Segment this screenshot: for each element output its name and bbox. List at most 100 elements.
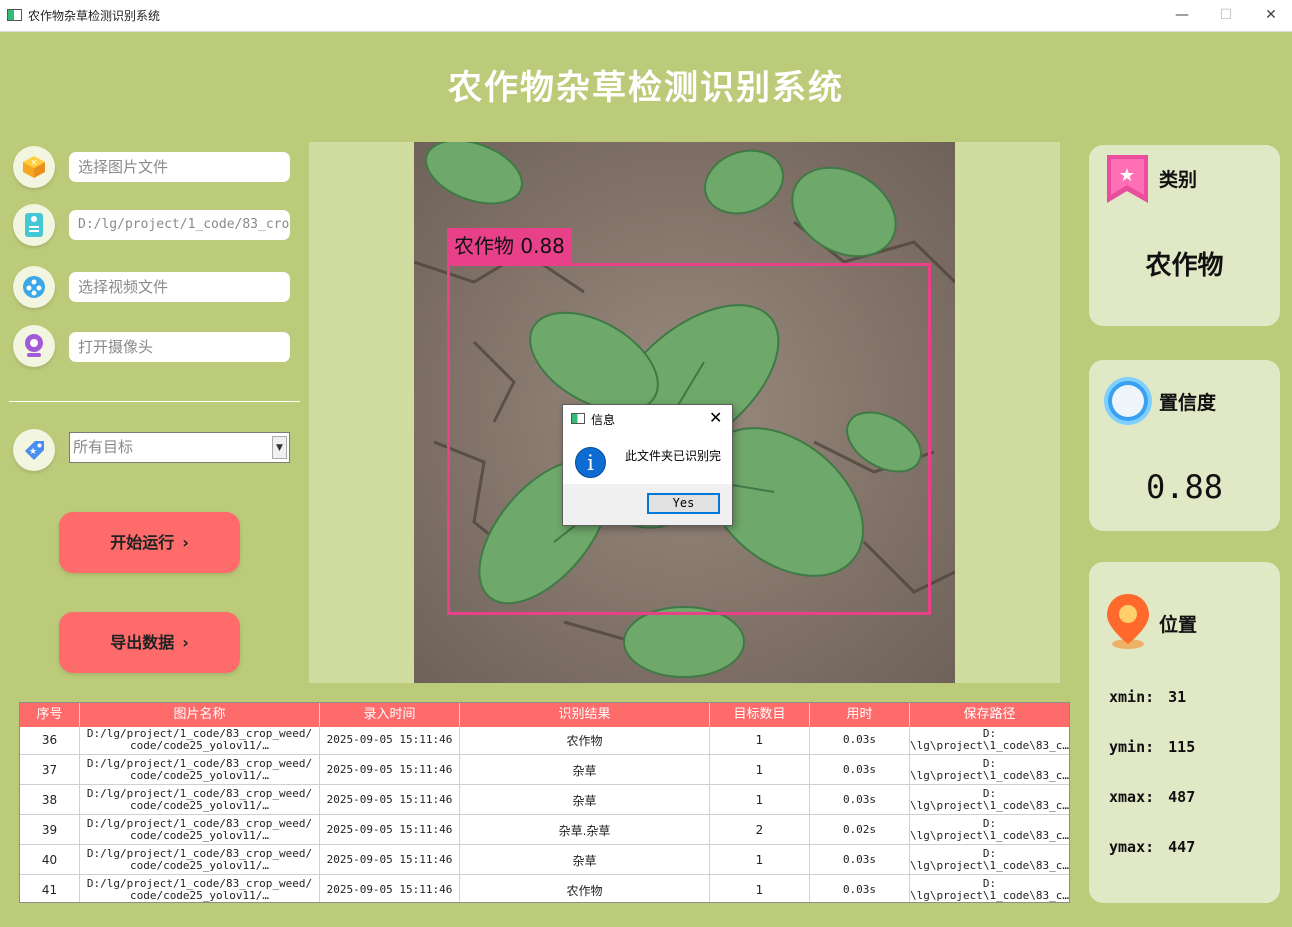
header-result[interactable]: 识别结果 [460,703,710,727]
image-file-input[interactable]: 选择图片文件 [69,152,290,182]
table-cell-cost: 0.02s [810,815,910,845]
start-run-label: 开始运行 [110,533,175,552]
svg-text:×: × [30,158,38,168]
camera-input[interactable]: 打开摄像头 [69,332,290,362]
app-window-icon [7,9,22,21]
svg-text:★: ★ [1119,165,1135,186]
cell-text: D: \lg\project\1_code\83_c… [910,847,1069,872]
table-cell-cost: 0.03s [810,875,910,902]
table-cell-time: 2025-09-05 15:11:46 [320,785,460,815]
header-entry-time[interactable]: 录入时间 [320,703,460,727]
target-select[interactable]: 所有目标 ▼ [69,432,290,463]
results-table[interactable]: 序号 图片名称 录入时间 识别结果 目标数目 用时 保存路径 36 D:/lg/p… [19,702,1070,903]
table-cell-name: D:/lg/project/1_code/83_crop_weed/ code/… [80,875,320,902]
cell-text: D: \lg\project\1_code\83_c… [910,727,1069,752]
cell-text: D:/lg/project/1_code/83_crop_weed/ code/… [86,727,313,752]
category-card: ★ 类别 农作物 [1089,145,1280,326]
svg-text:★: ★ [29,447,37,457]
table-cell-name: D:/lg/project/1_code/83_crop_weed/ code/… [80,815,320,845]
table-cell-count: 1 [710,785,810,815]
table-cell-time: 2025-09-05 15:11:46 [320,755,460,785]
video-file-icon[interactable] [13,266,55,308]
cell-text: 36 [41,733,58,747]
folder-file-icon[interactable] [13,204,55,246]
target-select-value: 所有目标 [73,438,134,456]
dialog-title: 信息 [591,413,616,427]
cell-text: 1 [755,763,764,777]
table-cell-path: D: \lg\project\1_code\83_c… [910,845,1069,875]
header-index[interactable]: 序号 [20,703,80,727]
minimize-button[interactable]: — [1170,4,1194,26]
category-value: 农作物 [1145,251,1224,281]
table-cell-path: D: \lg\project\1_code\83_c… [910,725,1069,755]
cell-text: 41 [41,883,58,897]
table-row[interactable]: 40 D:/lg/project/1_code/83_crop_weed/ cod… [20,845,1069,875]
table-row[interactable]: 38 D:/lg/project/1_code/83_crop_weed/ cod… [20,785,1069,815]
cell-text: 2025-09-05 15:11:46 [326,883,453,896]
cell-text: 2025-09-05 15:11:46 [326,793,453,806]
table-row[interactable]: 36 D:/lg/project/1_code/83_crop_weed/ cod… [20,725,1069,755]
table-row[interactable]: 41 D:/lg/project/1_code/83_crop_weed/ cod… [20,875,1069,902]
xmax-row: xmax: 487 [1109,788,1195,806]
maximize-button[interactable]: ☐ [1214,4,1238,26]
cell-text: 1 [755,853,764,867]
confidence-value: 0.88 [1145,468,1224,506]
table-cell-result: 农作物 [460,875,710,902]
header-target-count[interactable]: 目标数目 [710,703,810,727]
target-tag-icon: ★ [13,429,55,471]
cell-text: 2025-09-05 15:11:46 [326,823,453,836]
chevron-down-icon[interactable]: ▼ [272,436,287,459]
close-window-button[interactable]: ✕ [1259,4,1283,26]
ymax-value: 447 [1168,838,1196,856]
cell-text: 0.03s [842,763,877,776]
table-cell-time: 2025-09-05 15:11:46 [320,875,460,902]
export-data-button[interactable]: 导出数据 › [59,612,240,673]
cell-text: 杂草.杂草 [558,823,611,838]
dialog-close-button[interactable]: ✕ [709,408,722,427]
cell-text: D:/lg/project/1_code/83_crop_weed/ code/… [86,817,313,842]
app-title: 农作物杂草检测识别系统 [448,68,844,108]
table-cell-path: D: \lg\project\1_code\83_c… [910,875,1069,902]
header-save-path[interactable]: 保存路径 [910,703,1069,727]
table-cell-path: D: \lg\project\1_code\83_c… [910,815,1069,845]
dialog-footer: Yes [563,484,732,525]
start-run-button[interactable]: 开始运行 › [59,512,240,573]
table-cell-time: 2025-09-05 15:11:46 [320,845,460,875]
cell-text: D: \lg\project\1_code\83_c… [910,877,1069,902]
category-label: 类别 [1159,169,1198,191]
cell-text: D:/lg/project/1_code/83_crop_weed/ code/… [86,787,313,812]
table-cell-count: 1 [710,845,810,875]
folder-path-field[interactable]: D:/lg/project/1_code/83_crop_weed [69,210,290,240]
window-title: 农作物杂草检测识别系统 [28,9,161,23]
cell-text: 0.02s [842,823,877,836]
header-image-name[interactable]: 图片名称 [80,703,320,727]
cell-text: 2 [755,823,764,837]
table-cell-id: 39 [20,815,80,845]
cell-text: 农作物 [566,733,603,748]
table-cell-time: 2025-09-05 15:11:46 [320,815,460,845]
cell-text: 1 [755,733,764,747]
cell-text: 38 [41,793,58,807]
camera-icon[interactable] [13,325,55,367]
table-cell-result: 杂草.杂草 [460,815,710,845]
header-duration[interactable]: 用时 [810,703,910,727]
ymin-label: ymin: [1109,738,1155,756]
ymin-row: ymin: 115 [1109,738,1195,756]
cell-text: 杂草 [572,793,597,808]
cell-text: 39 [41,823,58,837]
table-row[interactable]: 37 D:/lg/project/1_code/83_crop_weed/ cod… [20,755,1069,785]
cell-text: 2025-09-05 15:11:46 [326,733,453,746]
table-cell-count: 2 [710,815,810,845]
table-cell-path: D: \lg\project\1_code\83_c… [910,785,1069,815]
video-file-input[interactable]: 选择视频文件 [69,272,290,302]
cell-text: 0.03s [842,883,877,896]
cell-text: 杂草 [572,853,597,868]
table-cell-id: 40 [20,845,80,875]
image-file-icon[interactable]: × [13,146,55,188]
dialog-yes-button[interactable]: Yes [647,493,720,514]
confidence-card: 置信度 0.88 [1089,360,1280,531]
table-cell-path: D: \lg\project\1_code\83_c… [910,755,1069,785]
cell-text: 40 [41,853,58,867]
table-row[interactable]: 39 D:/lg/project/1_code/83_crop_weed/ cod… [20,815,1069,845]
location-pin-icon [1107,594,1149,649]
